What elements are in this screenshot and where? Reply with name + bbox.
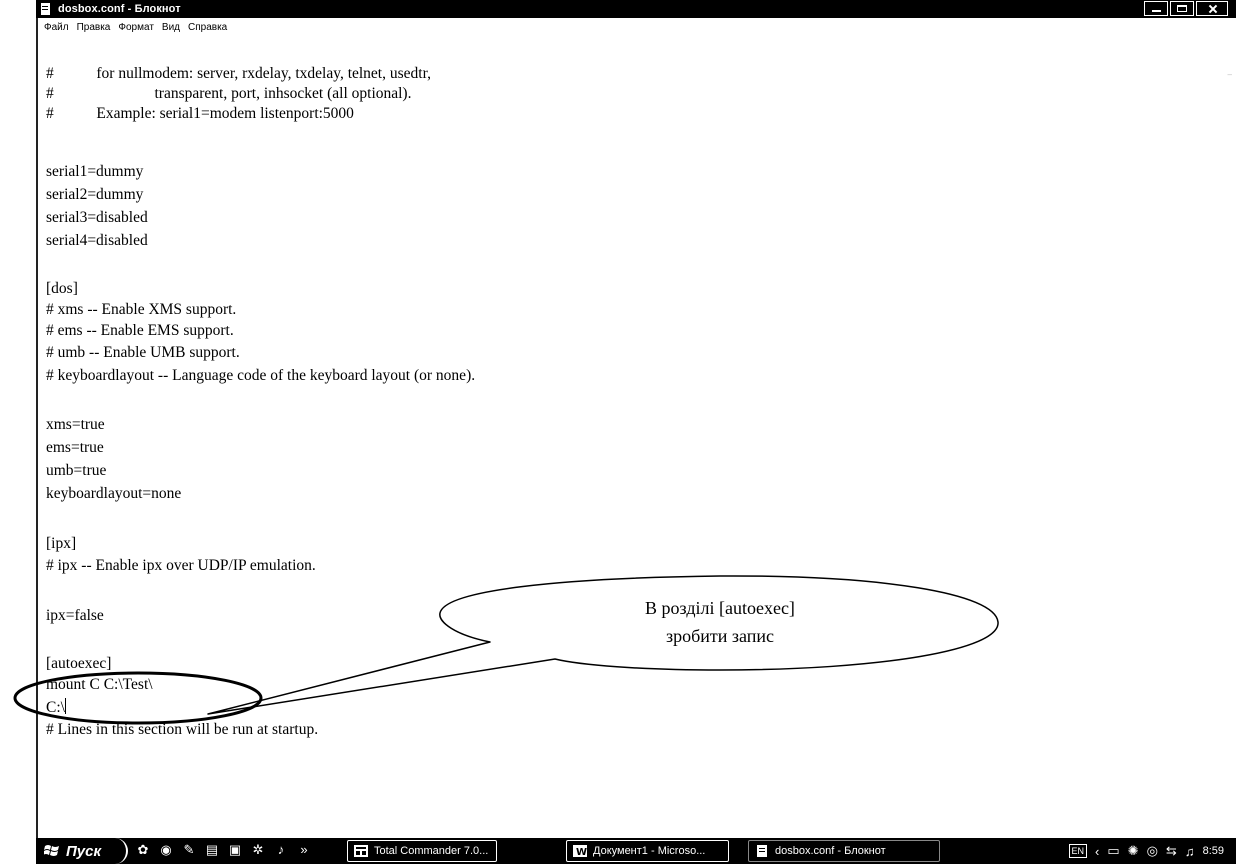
system-tray: EN ‹ ▭ ✺ ◎ ⇆ ♫ 8:59 (1068, 838, 1236, 864)
svg-text:W: W (576, 847, 587, 857)
menu-file[interactable]: Файл (36, 22, 73, 33)
tray-app-icon[interactable]: ◎ (1147, 843, 1158, 859)
connection-icon[interactable]: ⇆ (1166, 843, 1177, 859)
network-icon[interactable]: ▭ (1107, 843, 1119, 859)
total-commander-icon[interactable]: ▤ (205, 843, 219, 857)
text-line: serial2=dummy (46, 186, 144, 203)
text-line: # Lines in this section will be run at s… (46, 721, 319, 738)
menu-format[interactable]: Формат (114, 22, 158, 33)
start-button[interactable]: Пуск (36, 838, 128, 864)
window-title: dosbox.conf - Блокнот (58, 3, 181, 15)
antivirus-icon[interactable]: ✺ (1128, 843, 1139, 859)
text-caret (64, 698, 66, 714)
text-line: ems=true (46, 439, 104, 456)
scroll-marker: – (1227, 70, 1232, 79)
quick-launch: ✿ ◉ ✎ ▤ ▣ ✲ ♪ » (136, 843, 311, 857)
maximize-button[interactable] (1170, 1, 1194, 16)
notepad-icon (41, 3, 50, 15)
menu-view[interactable]: Вид (158, 22, 184, 33)
text-line: [ipx] (46, 535, 77, 552)
text-line: mount C C:\Test\ (46, 676, 153, 693)
text-line: # transparent, port, inhsocket (all opti… (46, 85, 412, 102)
notepad-icon (757, 845, 767, 857)
title-bar: dosbox.conf - Блокнот (36, 0, 1236, 18)
menu-help[interactable]: Справка (184, 22, 231, 33)
quicklaunch-app-icon[interactable]: ✿ (136, 843, 150, 857)
windows-logo-icon (44, 845, 59, 856)
task-label: dosbox.conf - Блокнот (775, 845, 886, 857)
text-line: # Example: serial1=modem listenport:5000 (46, 105, 354, 122)
text-line-cursor: C:\ (46, 698, 66, 718)
text-editor[interactable]: # for nullmodem: server, rxdelay, txdela… (46, 64, 1216, 834)
text-line: serial4=disabled (46, 232, 148, 249)
text-line: ipx=false (46, 607, 104, 624)
language-indicator[interactable]: EN (1068, 844, 1088, 858)
minimize-button[interactable] (1144, 1, 1168, 16)
text-line: serial1=dummy (46, 163, 144, 180)
settings-icon[interactable]: ✲ (251, 843, 265, 857)
clock: 8:59 (1202, 845, 1224, 857)
text-line: # ipx -- Enable ipx over UDP/IP emulatio… (46, 557, 316, 574)
audio-icon[interactable]: ♪ (274, 843, 288, 857)
taskbar: Пуск ✿ ◉ ✎ ▤ ▣ ✲ ♪ » Total Commander 7.0… (36, 838, 1236, 864)
text-line: # umb -- Enable UMB support. (46, 344, 240, 361)
text-line: # for nullmodem: server, rxdelay, txdela… (46, 65, 432, 82)
text-line: # keyboardlayout -- Language code of the… (46, 367, 476, 384)
task-word-document[interactable]: W Документ1 - Microso... (566, 840, 729, 862)
callout-text-line2: зробити запис (665, 626, 775, 646)
text-line: # xms -- Enable XMS support. (46, 301, 237, 318)
screen-icon[interactable]: ▣ (228, 843, 242, 857)
tray-expand-icon[interactable]: ‹ (1095, 844, 1099, 859)
task-notepad[interactable]: dosbox.conf - Блокнот (748, 840, 940, 862)
menu-edit[interactable]: Правка (73, 22, 115, 33)
word-icon: W (573, 845, 587, 857)
task-label: Документ1 - Microso... (593, 845, 706, 857)
browser-icon[interactable]: ◉ (159, 843, 173, 857)
close-button[interactable] (1196, 1, 1228, 16)
task-total-commander[interactable]: Total Commander 7.0... (347, 840, 497, 862)
text-line: C:\ (46, 699, 65, 716)
text-line: # ems -- Enable EMS support. (46, 322, 234, 339)
task-label: Total Commander 7.0... (374, 845, 489, 857)
total-commander-icon (354, 845, 368, 857)
volume-icon[interactable]: ♫ (1185, 844, 1195, 859)
text-line: xms=true (46, 416, 105, 433)
start-label: Пуск (66, 842, 102, 860)
callout-text-line1: В розділі [autoexec] (645, 598, 795, 618)
text-line: serial3=disabled (46, 209, 148, 226)
window-border (36, 18, 38, 838)
text-line: keyboardlayout=none (46, 485, 182, 502)
text-line: umb=true (46, 462, 107, 479)
menu-bar: Файл Правка Формат Вид Справка (36, 18, 1236, 36)
text-line: [dos] (46, 280, 78, 297)
quicklaunch-more-icon[interactable]: » (297, 843, 311, 857)
tool-icon[interactable]: ✎ (182, 843, 196, 857)
text-line: [autoexec] (46, 655, 112, 672)
